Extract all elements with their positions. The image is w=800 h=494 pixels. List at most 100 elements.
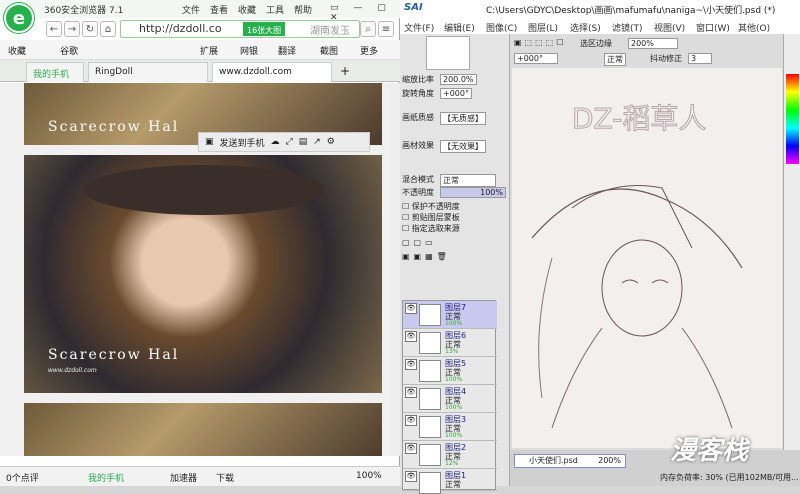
bookmark-google[interactable]: 谷歌 — [60, 44, 78, 57]
tab-ringdoll[interactable]: RingDoll — [88, 62, 208, 82]
sai-menu-edit[interactable]: 编辑(E) — [444, 21, 475, 34]
layer-item[interactable]: 👁 图层1 正常 — [403, 469, 497, 494]
hat-shape — [84, 165, 324, 215]
toolbar-bank[interactable]: 网银 — [240, 44, 258, 57]
menu-icon[interactable]: ≡ — [378, 21, 394, 37]
sai-menu-file[interactable]: 文件(F) — [404, 21, 434, 34]
sai-bottom-bar: 小天使们.psd 200% 内存负荷率: 30% (已用102MB/可用... — [510, 450, 800, 486]
sai-menu-image[interactable]: 图像(C) — [486, 21, 517, 34]
canvas-zoom-select[interactable]: 200% — [628, 38, 678, 49]
drawing-canvas[interactable]: DZ-稻草人 — [512, 68, 782, 448]
color-strip[interactable] — [786, 74, 799, 164]
eye-icon[interactable]: 👁 — [405, 331, 417, 342]
document-tab[interactable]: 小天使们.psd 200% — [514, 454, 626, 468]
layer-opacity: 100% — [445, 320, 463, 327]
layer-opacity: 100% — [445, 376, 463, 383]
layer-buttons-row1[interactable]: ▢▢▭ — [402, 238, 437, 247]
layer-buttons-row2[interactable]: ▣▣▦🗑 — [402, 252, 451, 261]
canvas-toolbar: ▣⬚⬚⬚☐ 选区边缘 200% +000° 正常 抖动修正 3 — [510, 34, 800, 68]
stabilizer-select[interactable]: 3 — [688, 53, 712, 64]
menu-help[interactable]: 帮助 — [294, 3, 312, 16]
opacity-label: 不透明度 — [402, 188, 434, 197]
selection-edge-toggle[interactable]: 选区边缘 — [580, 38, 612, 49]
bookmark-bar: 收藏 谷歌 扩展 网银 翻译 截图 更多 — [0, 40, 400, 60]
menu-favorites[interactable]: 收藏 — [238, 3, 256, 16]
layer-item[interactable]: 👁 图层7 正常 100% — [403, 301, 497, 329]
check-selection-source[interactable]: ☐ 指定选取来源 — [402, 223, 460, 234]
expand-icon[interactable]: ⤢ — [286, 137, 293, 147]
toolbar-more[interactable]: 更多 — [360, 44, 378, 57]
texture-select[interactable]: 【无质感】 — [440, 112, 486, 125]
home-icon[interactable]: ⌂ — [100, 21, 116, 37]
site-watermark: 漫客栈 — [670, 436, 749, 466]
check-clipping-mask[interactable]: ☐ 剪贴图层蒙板 — [402, 212, 460, 223]
navigator-preview — [426, 36, 470, 70]
canvas-tool-icons[interactable]: ▣⬚⬚⬚☐ — [514, 38, 566, 47]
sai-menu-layer[interactable]: 图层(L) — [528, 21, 558, 34]
cloud-icon[interactable]: ☁ — [271, 137, 280, 147]
layer-thumb — [419, 304, 441, 326]
effect-select[interactable]: 【无效果】 — [440, 140, 486, 153]
new-tab-icon[interactable]: + — [340, 64, 350, 78]
eye-icon[interactable]: 👁 — [405, 415, 417, 426]
save-icon[interactable]: ▤ — [299, 137, 308, 147]
opacity-slider[interactable]: 100% — [440, 187, 506, 198]
canvas-mode-select[interactable]: 正常 — [604, 53, 626, 66]
eye-icon[interactable]: 👁 — [405, 387, 417, 398]
toolbar-extensions[interactable]: 扩展 — [200, 44, 218, 57]
status-comments[interactable]: 0个点评 — [6, 471, 39, 484]
stabilizer-label: 抖动修正 — [650, 54, 682, 63]
page-scrollbar[interactable] — [390, 83, 400, 456]
url-text: http://dzdoll.co — [139, 22, 222, 35]
status-download[interactable]: 下载 — [216, 471, 234, 484]
sai-menu-view[interactable]: 视图(V) — [654, 21, 685, 34]
forward-icon[interactable]: → — [64, 21, 80, 37]
canvas-angle-select[interactable]: +000° — [514, 53, 558, 64]
rotate-field[interactable]: +000° — [440, 88, 472, 99]
sai-menu-select[interactable]: 选择(S) — [570, 21, 601, 34]
sai-menu-window[interactable]: 窗口(W) — [696, 21, 730, 34]
layer-opacity: 12% — [445, 460, 459, 467]
eye-icon[interactable]: 👁 — [405, 443, 417, 454]
blend-select[interactable]: 正常 — [440, 174, 496, 187]
hd-badge[interactable]: 16张大图 — [243, 22, 286, 36]
layer-item[interactable]: 👁 图层5 正常 100% — [403, 357, 497, 385]
search-icon[interactable]: ⌕ — [360, 21, 376, 37]
browser-window: e 360安全浏览器 7.1 文件 查看 收藏 工具 帮助 ▭ — ▢ ✕ ← … — [0, 0, 400, 486]
back-icon[interactable]: ← — [46, 21, 62, 37]
layer-item[interactable]: 👁 图层4 正常 100% — [403, 385, 497, 413]
share-icon[interactable]: ↗ — [313, 137, 321, 147]
eye-icon[interactable]: 👁 — [405, 303, 417, 314]
layer-item[interactable]: 👁 图层2 正常 12% — [403, 441, 497, 469]
memory-status: 内存负荷率: 30% (已用102MB/可用... — [660, 473, 799, 482]
status-zoom[interactable]: 100% — [356, 471, 382, 481]
document-tab-zoom: 200% — [598, 456, 621, 465]
zoom-field[interactable]: 200.0% — [440, 74, 477, 85]
menu-tools[interactable]: 工具 — [266, 3, 284, 16]
sai-menu-filter[interactable]: 滤镜(T) — [612, 21, 643, 34]
toolbar-translate[interactable]: 翻译 — [278, 44, 296, 57]
tab-my-phone[interactable]: 我的手机 — [26, 62, 84, 82]
layer-mode: 正常 — [445, 480, 461, 489]
menu-file[interactable]: 文件 — [182, 3, 200, 16]
phone-icon[interactable]: ▣ — [205, 137, 214, 147]
eye-icon[interactable]: 👁 — [405, 359, 417, 370]
toolbar-screenshot[interactable]: 截图 — [320, 44, 338, 57]
search-input[interactable]: 湖南发玉 — [310, 22, 350, 37]
browser-logo-icon: e — [4, 3, 34, 33]
settings-icon[interactable]: ⚙ — [327, 137, 335, 147]
sai-menu-other[interactable]: 其他(O) — [738, 21, 770, 34]
check-protect-opacity[interactable]: ☐ 保护不透明度 — [402, 201, 460, 212]
tab-dzdoll[interactable]: www.dzdoll.com — [212, 62, 332, 82]
bookmark-favorites[interactable]: 收藏 — [8, 44, 26, 57]
status-accelerator[interactable]: 加速器 — [170, 471, 197, 484]
menu-view[interactable]: 查看 — [210, 3, 228, 16]
rotate-label: 旋转角度 — [402, 89, 434, 98]
layer-item[interactable]: 👁 图层6 正常 13% — [403, 329, 497, 357]
status-my-phone[interactable]: 我的手机 — [88, 471, 124, 484]
refresh-icon[interactable]: ↻ — [82, 21, 98, 37]
send-to-phone-button[interactable]: 发送到手机 — [220, 136, 265, 149]
check-selection-source-label: 指定选取来源 — [411, 224, 460, 233]
eye-icon[interactable]: 👁 — [405, 471, 417, 482]
layer-item[interactable]: 👁 图层3 正常 100% — [403, 413, 497, 441]
